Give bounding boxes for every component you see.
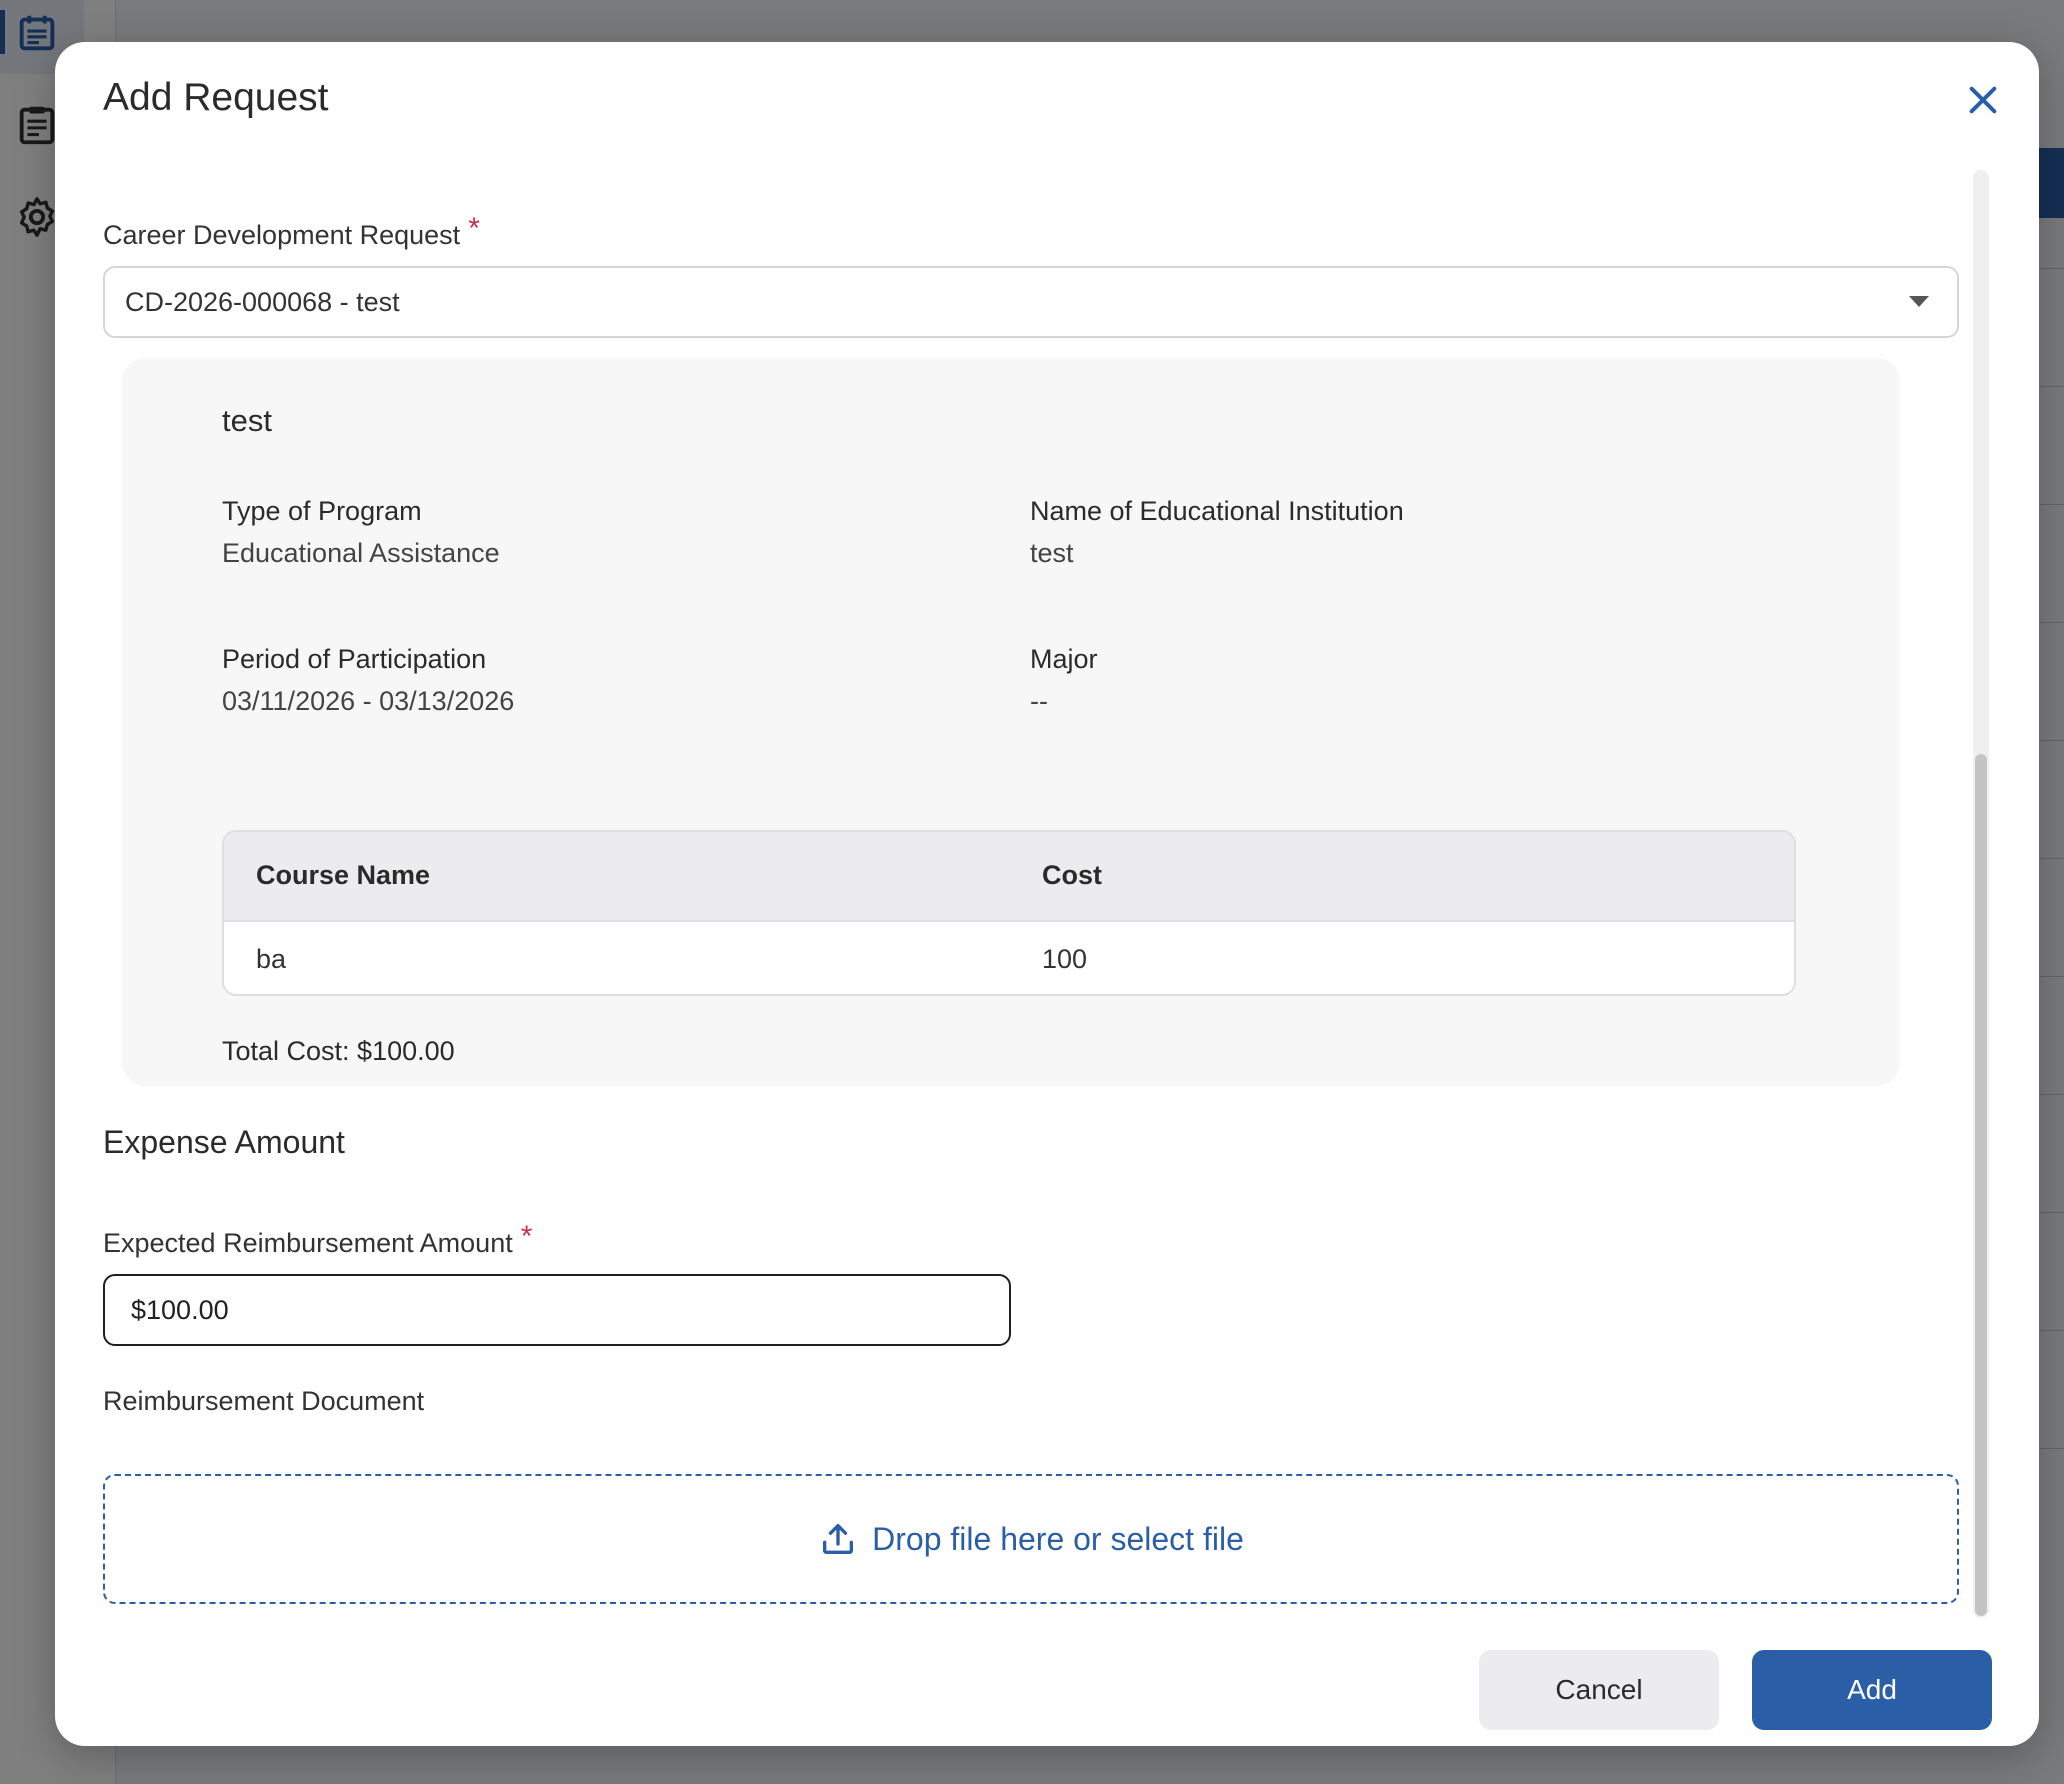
chevron-down-icon bbox=[1909, 296, 1929, 307]
course-table: Course Name Cost ba 100 bbox=[222, 830, 1796, 996]
request-details-title: test bbox=[222, 403, 272, 438]
course-cost-cell: 100 bbox=[1042, 944, 1088, 974]
reimbursement-amount-label-text: Expected Reimbursement Amount bbox=[103, 1228, 513, 1258]
career-request-label-text: Career Development Request bbox=[103, 220, 461, 250]
upload-icon bbox=[823, 1524, 854, 1554]
career-request-select[interactable]: CD-2026-000068 - test bbox=[103, 266, 1959, 338]
request-details-card: test Type of Program Educational Assista… bbox=[122, 358, 1900, 1086]
total-cost: Total Cost: $100.00 bbox=[222, 1036, 455, 1066]
institution-label: Name of Educational Institution bbox=[1030, 496, 1404, 526]
column-header-course-name: Course Name bbox=[256, 860, 431, 890]
close-button[interactable] bbox=[1955, 72, 2011, 128]
reimbursement-amount-value: $100.00 bbox=[131, 1294, 229, 1325]
career-request-label: Career Development Request * bbox=[103, 212, 480, 252]
career-request-selected-value: CD-2026-000068 - test bbox=[125, 286, 400, 317]
add-request-dialog: Add Request Career Development Request * … bbox=[55, 42, 2039, 1746]
dialog-title: Add Request bbox=[103, 76, 329, 119]
reimbursement-document-label: Reimbursement Document bbox=[103, 1386, 425, 1416]
period-label: Period of Participation bbox=[222, 644, 487, 674]
type-of-program-label: Type of Program bbox=[222, 496, 422, 526]
dropzone-text: Drop file here or select file bbox=[872, 1520, 1244, 1557]
reimbursement-amount-label: Expected Reimbursement Amount * bbox=[103, 1220, 532, 1260]
cancel-button[interactable]: Cancel bbox=[1479, 1650, 1719, 1730]
major-value: -- bbox=[1030, 686, 1048, 716]
reimbursement-amount-input[interactable]: $100.00 bbox=[103, 1274, 1011, 1346]
close-icon bbox=[1969, 86, 1997, 114]
major-label: Major bbox=[1030, 644, 1098, 674]
course-name-cell: ba bbox=[256, 944, 287, 974]
required-marker: * bbox=[468, 212, 480, 245]
column-header-cost: Cost bbox=[1042, 860, 1102, 890]
add-button[interactable]: Add bbox=[1752, 1650, 1992, 1730]
expense-amount-heading: Expense Amount bbox=[103, 1124, 345, 1160]
required-marker: * bbox=[520, 1220, 533, 1253]
course-table-header bbox=[224, 832, 1794, 922]
type-of-program-value: Educational Assistance bbox=[222, 538, 500, 568]
period-value: 03/11/2026 - 03/13/2026 bbox=[222, 686, 515, 716]
file-dropzone[interactable]: Drop file here or select file bbox=[103, 1474, 1959, 1604]
institution-value: test bbox=[1030, 538, 1074, 568]
scrollbar-thumb[interactable] bbox=[1975, 754, 1987, 1616]
